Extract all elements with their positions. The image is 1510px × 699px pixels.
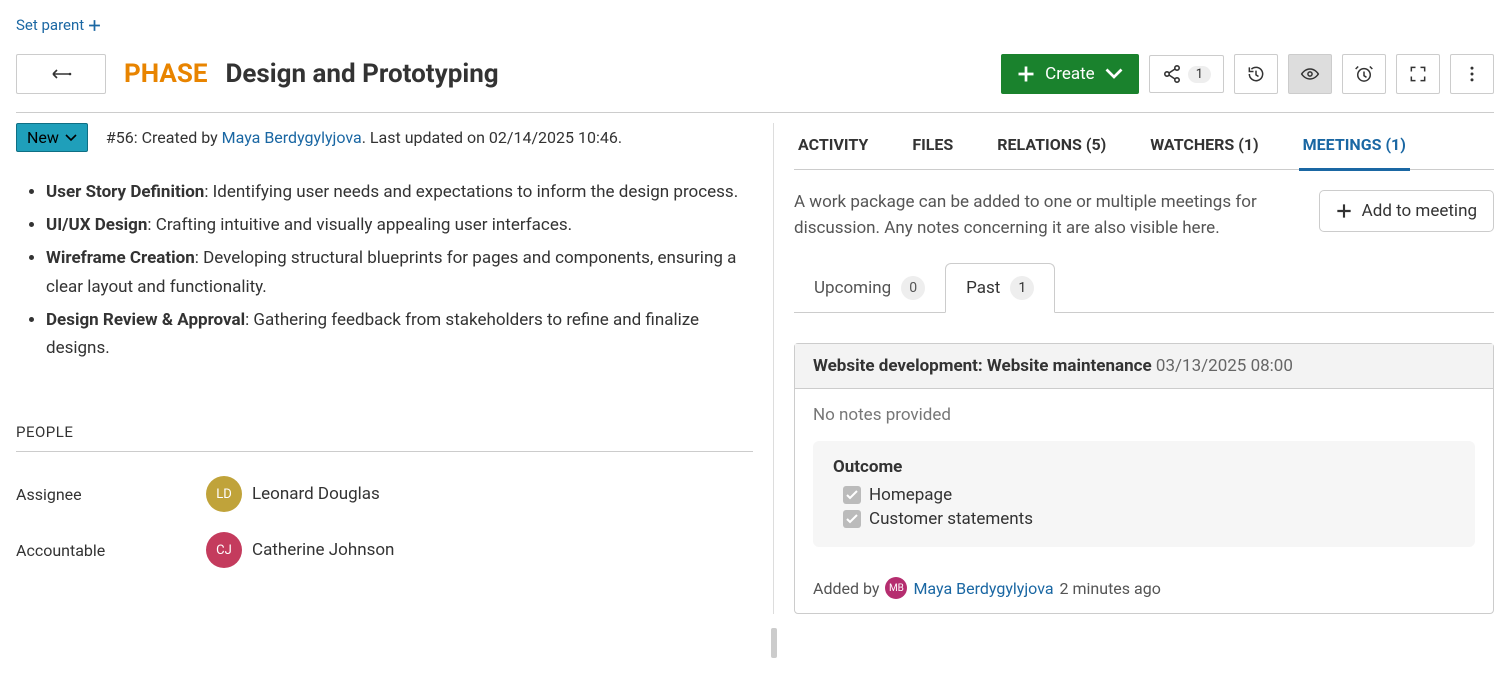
set-parent-label: Set parent	[16, 16, 84, 34]
status-label: New	[27, 128, 59, 147]
tab-watchers[interactable]: WATCHERS (1)	[1146, 123, 1262, 169]
subtab-past-label: Past	[966, 278, 1000, 298]
create-button[interactable]: Create	[1001, 54, 1139, 94]
avatar: CJ	[206, 532, 242, 568]
page-title[interactable]: Design and Prototyping	[225, 59, 498, 89]
share-button[interactable]: 1	[1149, 55, 1224, 93]
description-item-bold: User Story Definition	[46, 182, 204, 202]
set-parent-link[interactable]: Set parent	[16, 16, 101, 34]
header-right: Create 1	[1001, 54, 1494, 94]
updated-prefix: Last updated on	[370, 128, 485, 147]
header-left: PHASE Design and Prototyping	[16, 54, 499, 94]
header-row: PHASE Design and Prototyping Create 1	[16, 54, 1494, 94]
tab-activity[interactable]: ACTIVITY	[794, 123, 872, 169]
tab-meetings[interactable]: MEETINGS (1)	[1299, 123, 1410, 171]
checkbox-icon	[843, 486, 861, 504]
status-dropdown[interactable]: New	[16, 123, 88, 152]
description-item-bold: Wireframe Creation	[46, 248, 195, 268]
added-by-prefix: Added by	[813, 579, 879, 598]
history-button[interactable]	[1234, 54, 1278, 94]
description-item: Design Review & Approval: Gathering feed…	[46, 306, 753, 364]
description-item-bold: UI/UX Design	[46, 215, 147, 235]
add-to-meeting-label: Add to meeting	[1362, 201, 1477, 221]
meeting-title: Website development: Website maintenance	[813, 356, 1152, 376]
accountable-label: Accountable	[16, 541, 206, 560]
checkbox-icon	[843, 510, 861, 528]
expand-icon	[1408, 64, 1428, 84]
meeting-card: Website development: Website maintenance…	[794, 343, 1494, 614]
history-icon	[1246, 64, 1266, 84]
description-list: User Story Definition: Identifying user …	[46, 178, 753, 363]
description-item: User Story Definition: Identifying user …	[46, 178, 753, 207]
right-column: ACTIVITY FILES RELATIONS (5) WATCHERS (1…	[774, 123, 1494, 614]
added-by-link[interactable]: Maya Berdygylyjova	[913, 579, 1053, 598]
subtab-past-count: 1	[1010, 276, 1034, 300]
chevron-down-icon	[1105, 65, 1123, 83]
added-by-when: 2 minutes ago	[1060, 579, 1161, 598]
created-by-prefix: Created by	[142, 128, 218, 147]
meetings-top: A work package can be added to one or mu…	[794, 190, 1494, 241]
divider	[16, 112, 1494, 113]
add-to-meeting-button[interactable]: Add to meeting	[1319, 190, 1494, 232]
back-arrow-icon	[49, 65, 73, 83]
timer-button[interactable]	[1342, 54, 1386, 94]
plus-icon	[1336, 203, 1352, 219]
meeting-date: 03/13/2025 08:00	[1156, 356, 1293, 376]
chevron-down-icon	[65, 132, 77, 144]
phase-type-label: PHASE	[124, 59, 207, 89]
outcome-box: Outcome Homepage Customer statements	[813, 441, 1475, 547]
assignee-name[interactable]: Leonard Douglas	[252, 484, 380, 504]
plus-icon	[88, 19, 101, 32]
outcome-item-label: Homepage	[869, 485, 952, 505]
fullscreen-button[interactable]	[1396, 54, 1440, 94]
tabs: ACTIVITY FILES RELATIONS (5) WATCHERS (1…	[794, 123, 1494, 170]
main-columns: New #56: Created by Maya Berdygylyjova. …	[16, 123, 1494, 614]
people-heading: PEOPLE	[16, 423, 753, 452]
subtab-upcoming-count: 0	[901, 276, 925, 300]
share-icon	[1162, 64, 1182, 84]
meetings-description: A work package can be added to one or mu…	[794, 190, 1299, 241]
meeting-added-by: Added by MB Maya Berdygylyjova 2 minutes…	[795, 563, 1493, 613]
create-button-label: Create	[1045, 64, 1095, 84]
meeting-card-header[interactable]: Website development: Website maintenance…	[795, 344, 1493, 389]
author-link[interactable]: Maya Berdygylyjova	[222, 128, 362, 147]
wp-id: #56	[106, 128, 134, 147]
assignee-label: Assignee	[16, 485, 206, 504]
tab-relations[interactable]: RELATIONS (5)	[993, 123, 1110, 169]
eye-icon	[1300, 64, 1320, 84]
subtab-upcoming-label: Upcoming	[814, 278, 891, 298]
plus-icon	[1017, 65, 1035, 83]
meta-text: #56: Created by Maya Berdygylyjova. Last…	[106, 128, 622, 147]
meetings-sub-tabs: Upcoming 0 Past 1	[794, 263, 1494, 313]
subtab-upcoming[interactable]: Upcoming 0	[794, 263, 945, 312]
watch-button[interactable]	[1288, 54, 1332, 94]
outcome-item: Customer statements	[833, 507, 1455, 531]
left-column: New #56: Created by Maya Berdygylyjova. …	[16, 123, 774, 614]
accountable-row: Accountable CJ Catherine Johnson	[16, 522, 753, 578]
description-item-text: : Crafting intuitive and visually appeal…	[147, 215, 572, 235]
outcome-item: Homepage	[833, 483, 1455, 507]
accountable-name[interactable]: Catherine Johnson	[252, 540, 394, 560]
description-item-text: : Identifying user needs and expectation…	[204, 182, 738, 202]
more-button[interactable]	[1450, 54, 1494, 94]
meeting-card-body: No notes provided Outcome Homepage Custo…	[795, 389, 1493, 563]
kebab-icon	[1462, 64, 1482, 84]
tab-files[interactable]: FILES	[908, 123, 957, 169]
outcome-heading: Outcome	[833, 457, 1455, 477]
subtab-past[interactable]: Past 1	[945, 263, 1055, 313]
description-item-bold: Design Review & Approval	[46, 310, 245, 330]
outcome-item-label: Customer statements	[869, 509, 1033, 529]
updated-at: 02/14/2025 10:46	[489, 128, 618, 147]
avatar: MB	[885, 577, 907, 599]
alarm-icon	[1354, 64, 1374, 84]
back-button[interactable]	[16, 54, 106, 94]
meeting-no-notes: No notes provided	[813, 405, 1475, 425]
resize-handle[interactable]	[771, 628, 777, 658]
meta-row: New #56: Created by Maya Berdygylyjova. …	[16, 123, 753, 152]
assignee-row: Assignee LD Leonard Douglas	[16, 466, 753, 522]
avatar: LD	[206, 476, 242, 512]
description-item: Wireframe Creation: Developing structura…	[46, 244, 753, 302]
description-item: UI/UX Design: Crafting intuitive and vis…	[46, 211, 753, 240]
share-count-badge: 1	[1188, 66, 1211, 83]
